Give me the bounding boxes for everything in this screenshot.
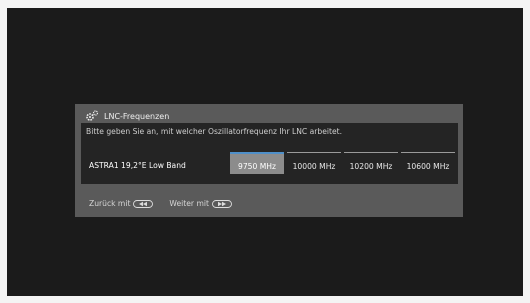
rewind-button-icon	[133, 199, 154, 208]
next-label: Weiter mit	[169, 199, 209, 208]
dialog-content-panel: Bitte geben Sie an, mit welcher Oszillat…	[81, 123, 458, 184]
dialog-title: LNC-Frequenzen	[104, 111, 170, 121]
dialog-footer: Zurück mit Weiter mit	[89, 199, 232, 208]
gear-icon	[86, 110, 99, 121]
frequency-option-10200[interactable]: 10200 MHz	[344, 152, 398, 174]
back-button[interactable]: Zurück mit	[89, 199, 154, 208]
tv-screen: LNC-Frequenzen Bitte geben Sie an, mit w…	[7, 8, 523, 296]
prompt-text: Bitte geben Sie an, mit welcher Oszillat…	[86, 127, 343, 136]
next-button[interactable]: Weiter mit	[169, 199, 232, 208]
dialog-title-bar: LNC-Frequenzen	[85, 109, 169, 123]
back-label: Zurück mit	[89, 199, 131, 208]
frequency-options: 9750 MHz 10000 MHz 10200 MHz 10600 MHz	[230, 152, 455, 174]
fast-forward-button-icon	[211, 199, 232, 208]
satellite-label: ASTRA1 19,2°E Low Band	[89, 161, 186, 170]
lnc-frequency-dialog: LNC-Frequenzen Bitte geben Sie an, mit w…	[75, 104, 463, 217]
frequency-option-10000[interactable]: 10000 MHz	[287, 152, 341, 174]
frequency-option-9750[interactable]: 9750 MHz	[230, 152, 284, 174]
frequency-option-10600[interactable]: 10600 MHz	[401, 152, 455, 174]
